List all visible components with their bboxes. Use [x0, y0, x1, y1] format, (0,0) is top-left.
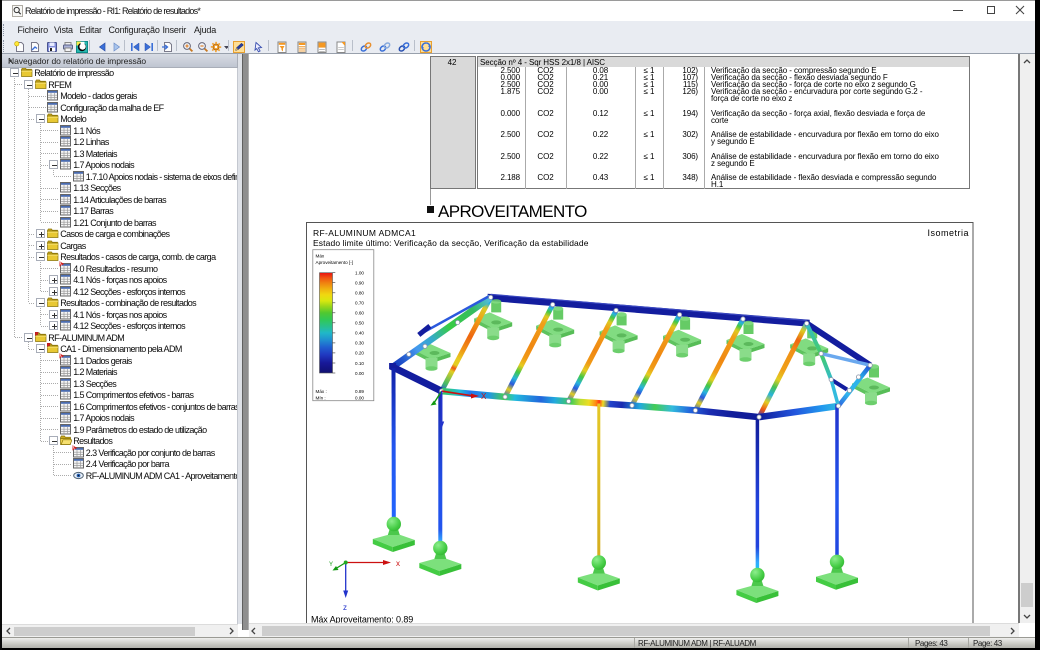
svg-text:X: X: [481, 392, 487, 401]
svg-text:Estado limite último: Verifica: Estado limite último: Verificação da sec…: [313, 238, 589, 248]
svg-text:0.00: 0.00: [355, 371, 364, 376]
svg-text:0.50: 0.50: [355, 321, 364, 326]
svg-text:0.60: 0.60: [355, 311, 364, 316]
svg-text:1.00: 1.00: [355, 271, 364, 276]
svg-text:z: z: [343, 603, 347, 612]
svg-text:Máx: Máx: [316, 254, 325, 259]
svg-text:Isometria: Isometria: [927, 228, 969, 238]
svg-text:0.40: 0.40: [355, 331, 364, 336]
svg-text:Y: Y: [329, 562, 333, 568]
svg-text:Mín :: Mín :: [316, 396, 326, 401]
svg-text:x: x: [396, 559, 400, 568]
svg-text:Aproveitamento [-]: Aproveitamento [-]: [316, 260, 354, 265]
svg-text:Máx :: Máx :: [316, 389, 327, 394]
svg-text:0.80: 0.80: [355, 291, 364, 296]
svg-text:0.90: 0.90: [355, 281, 364, 286]
svg-text:0.20: 0.20: [355, 351, 364, 356]
svg-text:0.89: 0.89: [355, 389, 364, 394]
svg-text:0.00: 0.00: [355, 396, 364, 401]
svg-text:0.70: 0.70: [355, 301, 364, 306]
svg-text:0.10: 0.10: [355, 361, 364, 366]
svg-text:0.30: 0.30: [355, 341, 364, 346]
svg-text:RF-ALUMINUM ADMCA1: RF-ALUMINUM ADMCA1: [313, 228, 416, 238]
